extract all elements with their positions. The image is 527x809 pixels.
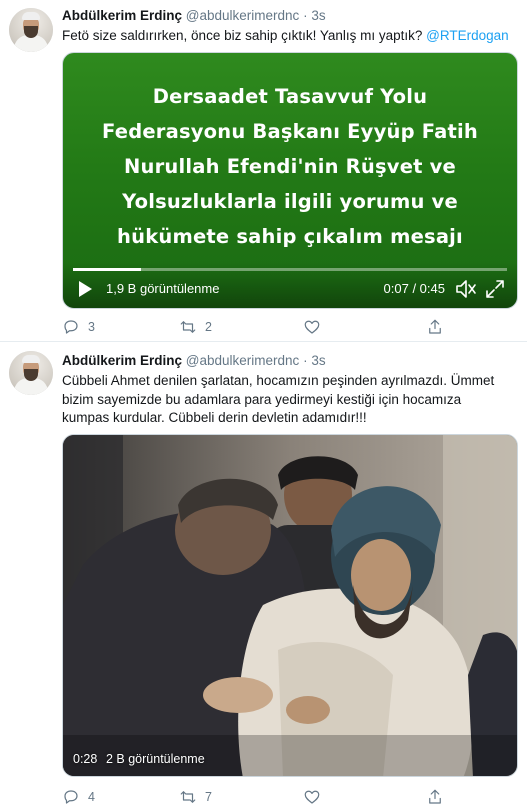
- tweet-actions: 3 2: [62, 317, 462, 337]
- play-icon[interactable]: [76, 280, 94, 298]
- tweet-text: Fetö size saldırırken, önce biz sahip çı…: [62, 27, 520, 46]
- author-handle[interactable]: @abdulkerimerdnc: [186, 8, 300, 23]
- avatar[interactable]: [9, 351, 53, 395]
- like-button[interactable]: [303, 317, 321, 337]
- reply-count: 4: [88, 790, 95, 804]
- separator-dot: ·: [303, 8, 308, 23]
- author-name[interactable]: Abdülkerim Erdinç: [62, 8, 182, 23]
- tweet[interactable]: Abdülkerim Erdinç @abdulkerimerdnc · 3s …: [0, 341, 527, 809]
- reply-count: 3: [88, 320, 95, 334]
- share-icon: [429, 789, 441, 804]
- video-time: 0:07 / 0:45: [383, 281, 445, 296]
- video-title: Dersaadet Tasavvuf Yolu Federasyonu Başk…: [63, 79, 517, 254]
- video-title-line: Federasyonu Başkanı Eyyüp Fatih: [102, 120, 478, 143]
- retweet-button[interactable]: 2: [179, 317, 212, 337]
- video-progress-fill: [73, 268, 141, 271]
- retweet-button[interactable]: 7: [179, 787, 212, 807]
- volume-icon[interactable]: [455, 279, 477, 299]
- retweet-icon: [180, 791, 196, 803]
- retweet-count: 7: [205, 790, 212, 804]
- tweet-actions: 4 7: [62, 787, 462, 807]
- share-button[interactable]: [426, 787, 444, 807]
- video-player[interactable]: Dersaadet Tasavvuf Yolu Federasyonu Başk…: [62, 52, 518, 309]
- mention-link[interactable]: @RTErdogan: [426, 28, 509, 43]
- tweet[interactable]: Abdülkerim Erdinç @abdulkerimerdnc · 3s …: [0, 0, 527, 341]
- share-button[interactable]: [426, 317, 444, 337]
- tweet-text-body: Fetö size saldırırken, önce biz sahip çı…: [62, 28, 427, 43]
- video-player[interactable]: 0:28 2 B görüntülenme: [62, 434, 518, 777]
- reply-button[interactable]: 3: [62, 317, 95, 337]
- video-thumbnail: [63, 435, 517, 776]
- video-title-line: Nurullah Efendi'nin Rüşvet ve: [124, 155, 456, 178]
- separator-dot: ·: [303, 353, 308, 368]
- author-name[interactable]: Abdülkerim Erdinç: [62, 353, 182, 368]
- tweet-time[interactable]: 3s: [311, 353, 325, 368]
- video-title-line: Yolsuzluklarla ilgili yorumu ve: [122, 190, 458, 213]
- avatar[interactable]: [9, 8, 53, 52]
- tweet-time[interactable]: 3s: [311, 8, 325, 23]
- video-controls: 1,9 B görüntülenme 0:07 / 0:45: [63, 262, 517, 308]
- like-icon: [304, 790, 320, 804]
- tweet-text: Cübbeli Ahmet denilen şarlatan, hocamızı…: [62, 373, 495, 425]
- video-views: 1,9 B görüntülenme: [106, 281, 220, 296]
- fullscreen-icon[interactable]: [485, 279, 505, 299]
- share-icon: [429, 319, 441, 334]
- video-title-line: Dersaadet Tasavvuf Yolu: [152, 85, 428, 108]
- retweet-count: 2: [205, 320, 212, 334]
- tweet-header: Abdülkerim Erdinç @abdulkerimerdnc · 3s: [62, 353, 326, 368]
- like-icon: [304, 320, 320, 334]
- reply-icon: [64, 320, 78, 334]
- author-handle[interactable]: @abdulkerimerdnc: [186, 353, 300, 368]
- tweet-header: Abdülkerim Erdinç @abdulkerimerdnc · 3s: [62, 8, 326, 23]
- video-progress-bar[interactable]: [73, 268, 507, 271]
- like-button[interactable]: [303, 787, 321, 807]
- retweet-icon: [180, 321, 196, 333]
- reply-icon: [64, 790, 78, 804]
- video-views: 2 B görüntülenme: [106, 752, 205, 766]
- reply-button[interactable]: 4: [62, 787, 95, 807]
- video-duration: 0:28: [73, 752, 98, 766]
- video-title-line: hükümete sahip çıkalım mesajı: [117, 225, 463, 248]
